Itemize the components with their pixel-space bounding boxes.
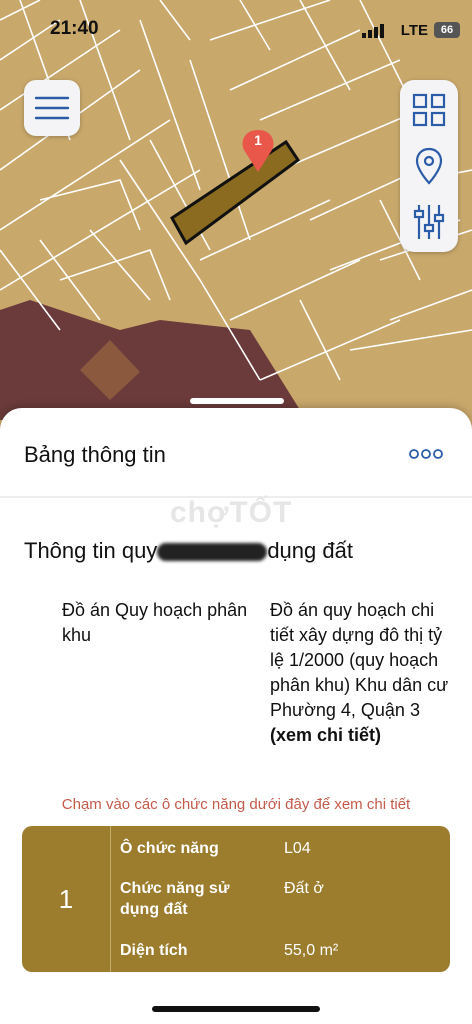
- home-indicator: [152, 1006, 320, 1012]
- battery-icon: 66: [434, 22, 460, 38]
- function-table[interactable]: 1 Ô chức năng L04 Chức năng sử dụng đất …: [22, 826, 450, 972]
- hamburger-icon: [34, 96, 70, 120]
- info-value: Đồ án quy hoạch chi tiết xây dựng đô thị…: [270, 598, 460, 748]
- area-key: Diện tích: [120, 942, 188, 959]
- info-key: Đồ án Quy hoạch phân khu: [62, 600, 248, 645]
- layers-button[interactable]: [400, 82, 458, 138]
- sheet-grab-handle[interactable]: [190, 398, 284, 404]
- info-value-text: Đồ án quy hoạch chi tiết xây dựng đô thị…: [270, 600, 449, 720]
- section-title: Thông tin quy dụng đất: [24, 538, 353, 564]
- function-index: 1: [58, 883, 74, 914]
- table-divider: [110, 826, 111, 972]
- sliders-icon: [413, 205, 445, 239]
- section-title-end: dụng đất: [267, 538, 353, 563]
- menu-button[interactable]: [24, 80, 80, 136]
- map-marker-label: 1: [254, 132, 262, 148]
- watermark: chợTỐT: [170, 496, 293, 529]
- function-value: L04: [284, 840, 311, 857]
- filter-button[interactable]: [400, 194, 458, 250]
- function-key: Ô chức năng: [120, 840, 219, 857]
- redacted-text: [157, 543, 268, 562]
- view-detail-link[interactable]: (xem chi tiết): [270, 725, 381, 745]
- network-type: LTE: [400, 22, 428, 39]
- more-options-icon[interactable]: [408, 448, 444, 460]
- status-bar: 21:40 LTE 66: [0, 0, 472, 60]
- location-pin-icon: [415, 147, 443, 185]
- land-use-value: Đất ở: [284, 880, 324, 897]
- location-button[interactable]: [400, 138, 458, 194]
- area-value: 55,0 m²: [284, 942, 339, 959]
- hint-text: Chạm vào các ô chức năng dưới đây để xem…: [61, 796, 411, 813]
- map-tools-panel: [400, 80, 458, 252]
- grid-icon: [412, 93, 446, 127]
- signal-icon: [362, 24, 384, 38]
- land-use-key: Chức năng sử dụng đất: [120, 880, 230, 918]
- info-sheet: Bảng thông tin chợTỐT Thông tin quy dụng …: [0, 408, 472, 1024]
- sheet-title: Bảng thông tin: [24, 442, 166, 467]
- status-time: 21:40: [50, 18, 99, 39]
- section-title-start: Thông tin quy: [24, 538, 158, 563]
